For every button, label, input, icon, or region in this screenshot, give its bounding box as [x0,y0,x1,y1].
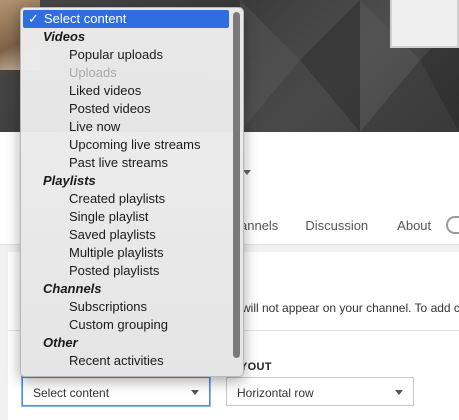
menu-group-playlists: Playlists [43,173,96,188]
menu-item-liked-videos[interactable]: Liked videos [21,82,229,100]
layout-select[interactable]: Horizontal row [226,377,414,406]
channel-tabs: annels Discussion About [240,218,459,233]
layout-select-value: Horizontal row [237,386,314,400]
menu-item-posted-playlists[interactable]: Posted playlists [21,262,229,280]
chevron-down-icon [191,390,199,395]
menu-item-posted-videos[interactable]: Posted videos [21,100,229,118]
menu-item-single-playlist[interactable]: Single playlist [21,208,229,226]
content-dropdown-menu: ✓ Select content Videos Popular uploads Upl… [20,7,244,377]
channel-trailer-frame[interactable] [390,0,459,48]
tab-discussion[interactable]: Discussion [305,218,368,233]
search-icon[interactable] [446,216,459,234]
chevron-down-icon[interactable] [243,170,251,175]
menu-item-select-content[interactable]: ✓ Select content [23,10,229,28]
menu-item-popular-uploads[interactable]: Popular uploads [21,46,229,64]
menu-item-uploads: Uploads [69,65,117,80]
menu-item-label: Select content [44,11,127,26]
section-notice-text: will not appear on your channel. To add … [242,301,459,315]
menu-item-past-live-streams[interactable]: Past live streams [21,154,229,172]
menu-item-live-now[interactable]: Live now [21,118,229,136]
chevron-down-icon [395,390,403,395]
layout-label: YOUT [240,361,272,373]
menu-item-upcoming-live-streams[interactable]: Upcoming live streams [21,136,229,154]
menu-group-other: Other [43,335,78,350]
menu-item-multiple-playlists[interactable]: Multiple playlists [21,244,229,262]
checkmark-icon: ✓ [28,11,39,26]
tab-about[interactable]: About [397,218,431,233]
scrollbar-thumb[interactable] [233,12,240,358]
menu-item-recent-activities[interactable]: Recent activities [21,352,229,370]
menu-group-channels: Channels [43,281,102,296]
menu-group-videos: Videos [43,29,86,44]
menu-item-subscriptions[interactable]: Subscriptions [21,298,229,316]
menu-item-custom-grouping[interactable]: Custom grouping [21,316,229,334]
menu-item-saved-playlists[interactable]: Saved playlists [21,226,229,244]
tab-channels[interactable]: annels [240,218,278,233]
menu-item-created-playlists[interactable]: Created playlists [21,190,229,208]
content-select[interactable]: Select content [22,377,210,406]
content-select-value: Select content [33,386,110,400]
